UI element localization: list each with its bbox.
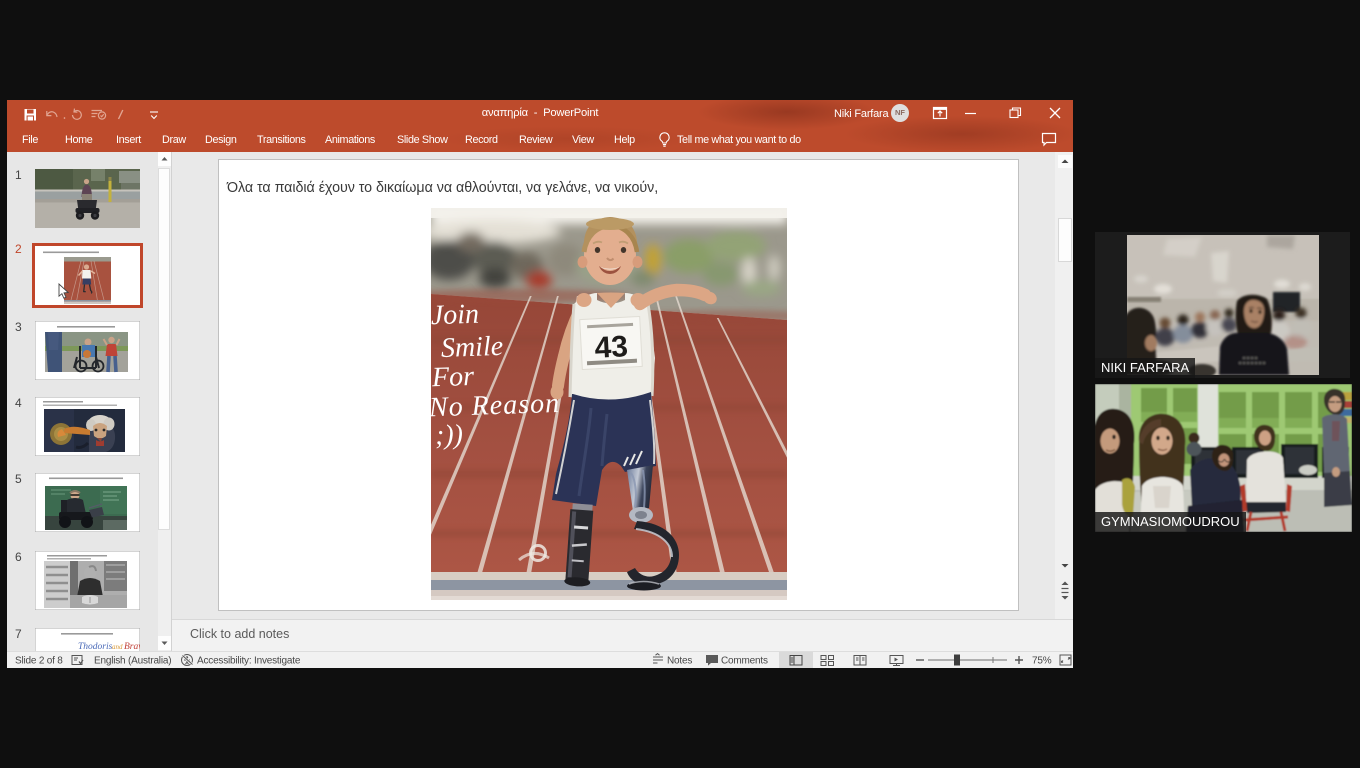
svg-text:and: and	[112, 643, 123, 651]
svg-text:75%: 75%	[1032, 656, 1052, 667]
svg-text:Smile: Smile	[440, 331, 503, 364]
svg-text:For: For	[431, 361, 475, 393]
svg-text:Bravo!: Bravo!	[124, 642, 140, 651]
svg-text:Join: Join	[431, 299, 480, 332]
svg-text:Notes: Notes	[667, 656, 692, 667]
svg-text:Thodoris: Thodoris	[78, 642, 113, 651]
svg-text:Comments: Comments	[721, 656, 768, 667]
svg-text:English (Australia): English (Australia)	[94, 656, 171, 667]
svg-text:Slide 2 of 8: Slide 2 of 8	[15, 656, 63, 667]
svg-text:;)): ;))	[434, 419, 463, 451]
svg-text:Accessibility: Investigate: Accessibility: Investigate	[197, 656, 301, 667]
svg-text:No Reason: No Reason	[431, 388, 561, 424]
